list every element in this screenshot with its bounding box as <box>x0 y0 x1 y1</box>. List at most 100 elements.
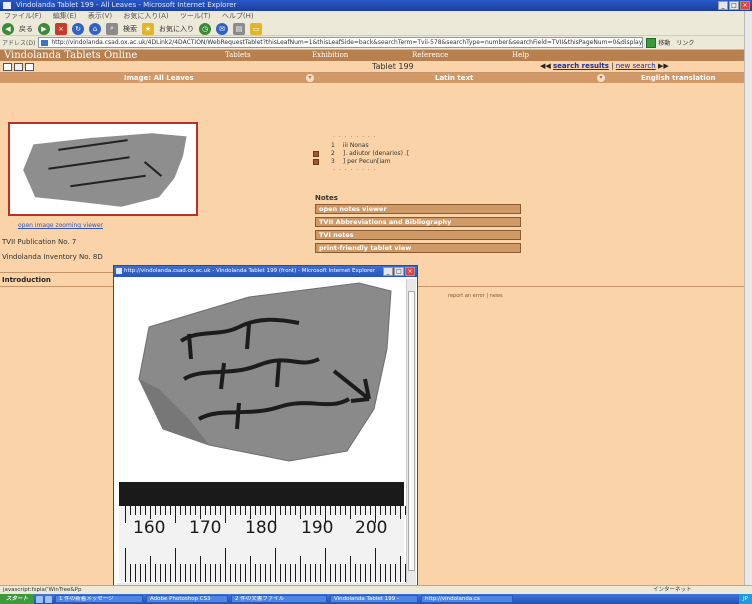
task-photoshop[interactable]: Adobe Photoshop CS3 <box>146 595 229 603</box>
history-icon[interactable]: ◷ <box>199 22 211 35</box>
task-tablet-199[interactable]: Vindolanda Tablet 199 - <box>330 595 419 603</box>
ruler-tick <box>345 564 346 582</box>
favorites-icon[interactable]: ★ <box>142 22 154 35</box>
task-messages[interactable]: 1 件の新着メッセージ <box>55 595 144 603</box>
tablet-thumbnail[interactable] <box>8 122 198 216</box>
ruler-tick <box>235 506 236 515</box>
ruler-tick <box>225 506 226 523</box>
image-column-toggle-icon[interactable]: ▾ <box>306 74 314 82</box>
prev-result-icon[interactable]: ◀◀ <box>540 62 551 70</box>
search-icon[interactable]: ⌕ <box>106 22 118 35</box>
taskbar: スタート 1 件の新着メッセージ Adobe Photoshop CS3 2 件… <box>0 594 752 604</box>
list-view-icon[interactable] <box>25 63 34 71</box>
ruler-tick <box>360 564 361 582</box>
ruler-tick <box>320 506 321 515</box>
ruler-tick <box>285 506 286 515</box>
task-vindolanda-url[interactable]: http://vindolanda.cs <box>421 595 514 603</box>
menu-view[interactable]: 表示(V) <box>88 12 112 20</box>
ruler-tick <box>320 564 321 582</box>
ruler-tick <box>255 506 256 515</box>
popup-close-icon[interactable]: × <box>405 267 415 276</box>
result-navigation: ◀◀ search results | new search ▶▶ <box>540 62 669 70</box>
browser-toolbar: ◀ 戻る ▶ × ↻ ⌂ ⌕ 検索 ★ お気に入り ◷ ✉ ▤ ▭ <box>0 22 752 36</box>
ruler-tick <box>285 564 286 582</box>
line-text: ]. adiutor (denarios) .[ <box>342 150 410 157</box>
note-marker-icon[interactable] <box>313 151 319 157</box>
ruler-tick <box>330 564 331 582</box>
nav-tablets[interactable]: Tablets <box>225 50 251 61</box>
line-number: 2 <box>331 150 335 157</box>
search-label[interactable]: 検索 <box>123 24 137 34</box>
mail-icon[interactable]: ✉ <box>216 22 228 35</box>
single-view-icon[interactable] <box>3 63 12 71</box>
abbreviations-button[interactable]: TVII Abbreviations and Bibliography <box>315 217 521 227</box>
open-zoom-viewer-link[interactable]: open image zooming viewer <box>18 222 103 229</box>
close-icon[interactable]: × <box>740 1 750 10</box>
split-view-icon[interactable] <box>14 63 23 71</box>
menu-file[interactable]: ファイル(F) <box>4 12 42 20</box>
system-tray[interactable]: JP <box>739 594 752 604</box>
back-icon[interactable]: ◀ <box>2 22 14 35</box>
ruler-number: 170 <box>189 518 222 538</box>
note-marker-icon[interactable] <box>313 159 319 165</box>
print-icon[interactable]: ▤ <box>233 22 245 35</box>
menu-help[interactable]: ヘルプ(H) <box>222 12 254 20</box>
quicklaunch-icon[interactable] <box>45 595 53 603</box>
folder-icon[interactable]: ▭ <box>250 22 262 35</box>
links-button[interactable]: リンク <box>676 38 694 47</box>
open-notes-viewer-button[interactable]: open notes viewer <box>315 204 521 214</box>
ruler-tick <box>365 564 366 582</box>
ruler-tick <box>290 506 291 515</box>
latin-line: 1 iii Nonas <box>313 142 409 150</box>
new-search-link[interactable]: new search <box>616 62 656 70</box>
ruler-tick <box>125 548 126 582</box>
report-error-link[interactable]: report an error | news <box>448 293 503 299</box>
go-button[interactable]: 移動 <box>658 38 670 47</box>
site-logo[interactable]: Vindolanda Tablets Online <box>4 50 137 61</box>
ink-stroke <box>48 156 130 170</box>
task-documents[interactable]: 2 件の文書ファイル <box>231 595 328 603</box>
popup-maximize-icon[interactable]: □ <box>394 267 404 276</box>
go-icon[interactable] <box>646 37 657 48</box>
forward-icon[interactable]: ▶ <box>38 22 50 35</box>
ruler-tick <box>135 564 136 582</box>
nav-help[interactable]: Help <box>512 50 529 61</box>
maximize-icon[interactable]: □ <box>729 1 739 10</box>
ruler-tick <box>280 564 281 582</box>
scroll-thumb[interactable] <box>408 291 415 571</box>
ruler-tick <box>255 564 256 582</box>
popup-image-area: 160 170 180 190 200 <box>117 279 406 586</box>
home-icon[interactable]: ⌂ <box>89 22 101 35</box>
start-button[interactable]: スタート <box>0 594 35 604</box>
back-label[interactable]: 戻る <box>19 24 33 34</box>
tvi-notes-button[interactable]: TVI notes <box>315 230 521 240</box>
url-field[interactable]: http://vindolanda.csad.ox.ac.uk/4DLink2/… <box>38 37 644 48</box>
ruler-tick <box>340 564 341 582</box>
menu-favorites[interactable]: お気に入り(A) <box>123 12 168 20</box>
quicklaunch-icon[interactable] <box>36 595 44 603</box>
tablet-header: Tablet 199 ◀◀ search results | new searc… <box>0 61 752 73</box>
stop-icon[interactable]: × <box>55 22 67 35</box>
page-scrollbar[interactable] <box>744 11 752 585</box>
search-results-link[interactable]: search results <box>553 62 609 70</box>
ruler-tick <box>205 564 206 582</box>
ruler-tick <box>200 556 201 582</box>
latin-column-toggle-icon[interactable]: ▾ <box>597 74 605 82</box>
menu-edit[interactable]: 編集(E) <box>53 12 77 20</box>
nav-exhibition[interactable]: Exhibition <box>312 50 348 61</box>
next-result-icon[interactable]: ▶▶ <box>658 62 669 70</box>
menu-tools[interactable]: ツール(T) <box>180 12 211 20</box>
ruler-tick <box>280 506 281 515</box>
ruler-tick <box>260 506 261 515</box>
minimize-icon[interactable]: _ <box>718 1 728 10</box>
popup-minimize-icon[interactable]: _ <box>383 267 393 276</box>
ruler-tick <box>400 506 401 519</box>
nav-reference[interactable]: Reference <box>412 50 448 61</box>
ruler-tick <box>125 506 126 523</box>
print-view-button[interactable]: print-friendly tablet view <box>315 243 521 253</box>
favorites-label[interactable]: お気に入り <box>159 24 194 34</box>
introduction-heading[interactable]: Introduction <box>2 276 51 284</box>
status-text: javascript:fspla('WinTree&Pp <box>3 587 82 593</box>
popup-vertical-scrollbar[interactable] <box>406 279 416 589</box>
refresh-icon[interactable]: ↻ <box>72 22 84 35</box>
